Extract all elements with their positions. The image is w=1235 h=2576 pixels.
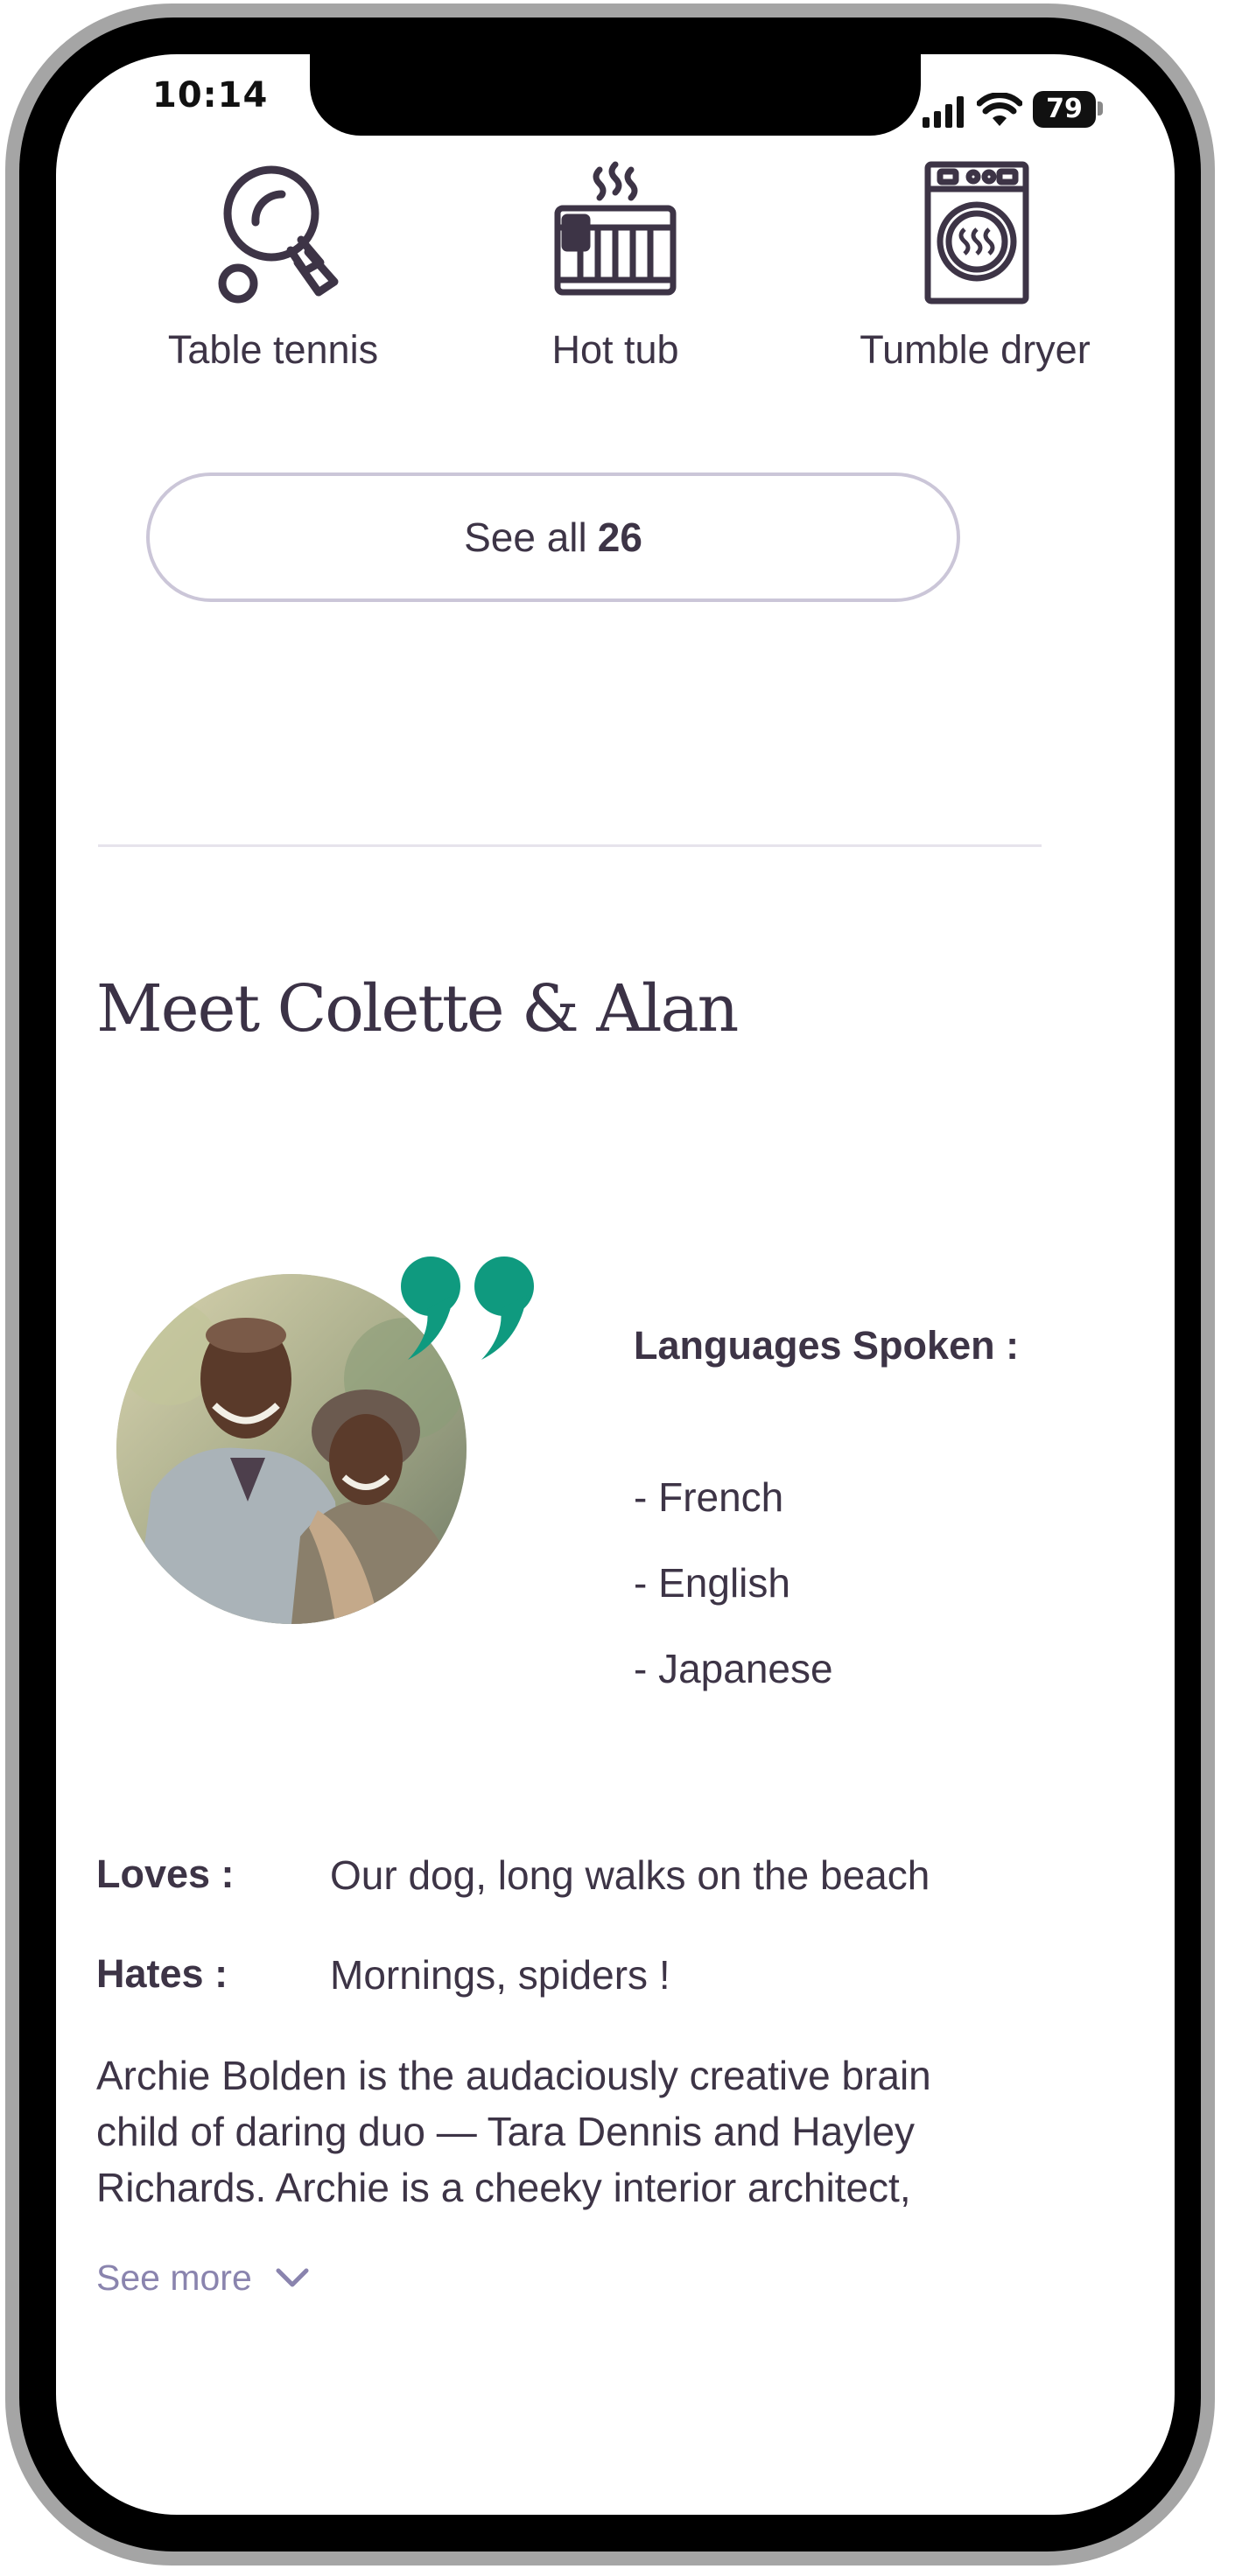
language-item: - Japanese — [634, 1646, 833, 1691]
amenity-hot-tub: Hot tub — [475, 159, 755, 373]
battery-indicator: 79 — [1033, 91, 1096, 128]
see-more-link[interactable]: See more — [96, 2258, 310, 2299]
hates-label: Hates : — [96, 1951, 228, 1996]
amenity-label: Tumble dryer — [860, 327, 1091, 372]
amenities-row: Table tennis Hot tub Tumble dryer — [56, 159, 1175, 439]
section-divider — [98, 844, 1042, 847]
amenity-label: Hot tub — [551, 327, 679, 372]
tumble-dryer-icon — [924, 161, 1029, 304]
table-tennis-icon — [218, 165, 339, 304]
amenity-label: Table tennis — [167, 327, 379, 372]
notch — [310, 54, 921, 136]
loves-label: Loves : — [96, 1852, 235, 1896]
amenity-table-tennis: Table tennis — [133, 159, 413, 373]
hot-tub-icon — [554, 161, 677, 296]
status-time: 10:14 — [152, 75, 269, 116]
host-bio: Archie Bolden is the audaciously creativ… — [96, 2053, 931, 2210]
see-all-label: See all — [464, 514, 587, 560]
language-item: - English — [634, 1560, 790, 1606]
languages-title: Languages Spoken : — [634, 1323, 1020, 1368]
amenity-tumble-dryer: Tumble dryer — [835, 159, 1115, 373]
battery-tip — [1098, 102, 1103, 116]
wifi-icon — [977, 93, 1022, 126]
see-all-amenities-button[interactable]: See all 26 — [146, 472, 960, 602]
quote-icon — [401, 1256, 534, 1360]
language-item: - French — [634, 1474, 784, 1520]
signal-icon — [923, 96, 964, 128]
see-more-label: See more — [96, 2258, 252, 2298]
loves-value: Our dog, long walks on the beach — [330, 1852, 930, 1898]
host-section-title: Meet Colette & Alan — [96, 971, 739, 1046]
hates-value: Mornings, spiders ! — [330, 1952, 670, 1998]
see-all-count: 26 — [597, 514, 642, 560]
status-icons: 79 — [923, 89, 1133, 142]
chevron-down-icon — [276, 2268, 309, 2286]
